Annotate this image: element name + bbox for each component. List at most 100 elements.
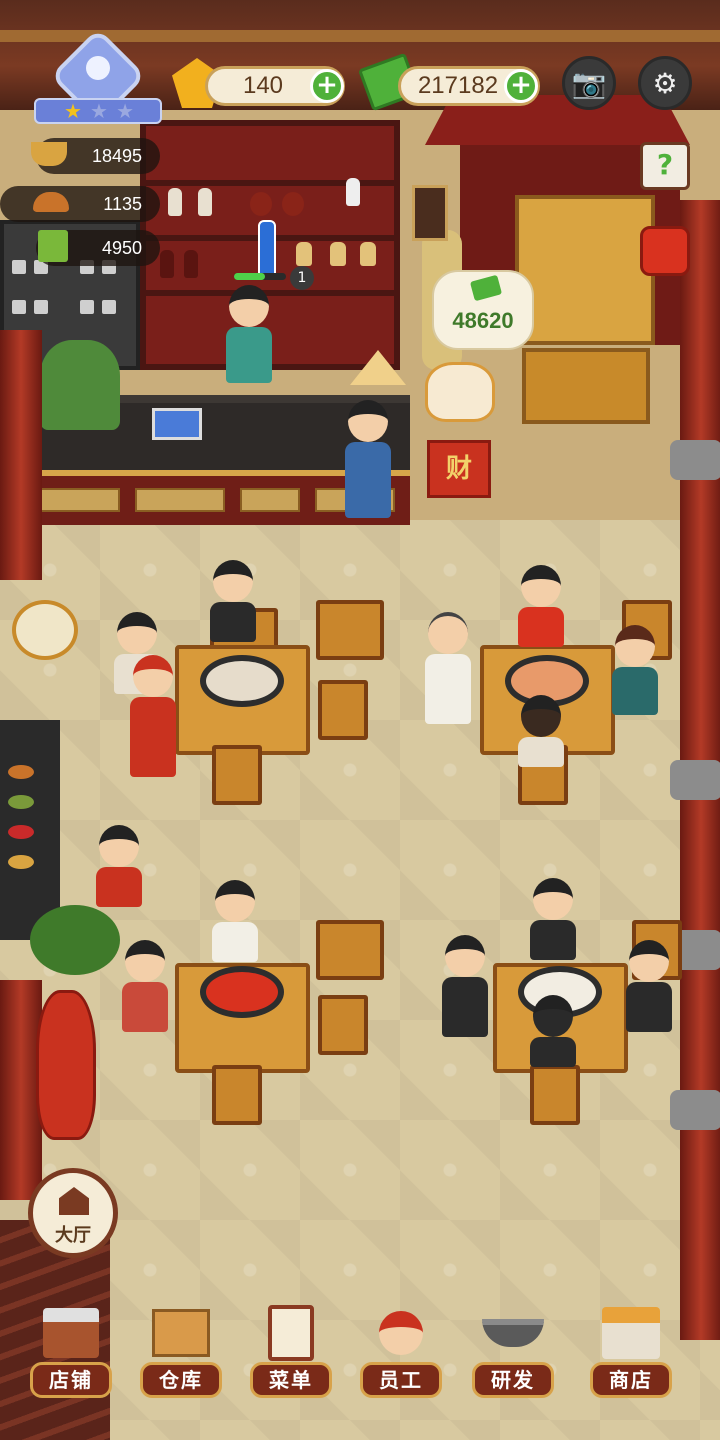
customer[interactable] (442, 935, 488, 1045)
star-empty-icon: ★ (90, 99, 108, 123)
spice-bowl (8, 825, 34, 839)
menu-stat-value: 4950 (101, 237, 142, 258)
nav-research[interactable]: 研发 (472, 1302, 554, 1400)
nav-store-label: 商店 (590, 1362, 672, 1398)
gear-icon: ⚙ (652, 66, 678, 100)
wok-icon (480, 1302, 546, 1364)
nav-warehouse-label: 仓库 (140, 1362, 222, 1398)
bottle (160, 250, 174, 278)
pillar (0, 330, 42, 580)
hotpot-stat-value: 18495 (91, 145, 142, 166)
shrine-door (515, 195, 655, 345)
empty-chair[interactable] (316, 920, 384, 980)
hall-button[interactable]: 大厅 (28, 1168, 118, 1258)
can (34, 300, 48, 314)
nav-staff[interactable]: 员工 (360, 1302, 442, 1400)
body (518, 737, 564, 767)
bartender[interactable] (226, 285, 272, 385)
help-book-icon[interactable]: ? (640, 142, 690, 190)
can (12, 300, 26, 314)
waitress-carrying-tray[interactable] (130, 655, 176, 785)
nav-warehouse[interactable]: 仓库 (140, 1302, 222, 1400)
pillar-cap (670, 440, 720, 480)
can (102, 300, 116, 314)
customer[interactable] (212, 880, 258, 980)
level-badge[interactable]: ★ ★ ★ (34, 27, 162, 126)
empty-chair[interactable] (316, 600, 384, 660)
empty-chair[interactable] (318, 680, 368, 740)
customer[interactable] (425, 612, 471, 732)
customer[interactable] (530, 878, 576, 978)
customer[interactable] (626, 940, 672, 1040)
nav-shop[interactable]: 店铺 (30, 1302, 112, 1400)
lucky-cat-icon[interactable] (425, 362, 495, 422)
customer[interactable] (530, 995, 576, 1095)
spice-bowl (8, 765, 34, 779)
tablet-icon (152, 408, 202, 440)
body (518, 607, 564, 647)
spice-bowl (8, 855, 34, 869)
add-gems-button[interactable]: + (310, 69, 344, 103)
beer-bottle (258, 220, 276, 280)
head (215, 880, 255, 922)
customer[interactable] (122, 940, 168, 1040)
hall-label: 大厅 (55, 1225, 91, 1246)
settings-button[interactable]: ⚙ (638, 56, 692, 110)
house-icon (59, 1187, 89, 1215)
clipboard-icon (258, 1302, 324, 1364)
waitress[interactable] (96, 825, 142, 915)
customer[interactable] (612, 625, 658, 725)
bottle (168, 188, 182, 216)
lucky-cat-coins: 48620 (452, 308, 514, 333)
spice-bowl (8, 795, 34, 809)
head (428, 612, 468, 654)
can (80, 300, 94, 314)
jar (282, 192, 304, 216)
nav-menu[interactable]: 菜单 (250, 1302, 332, 1400)
head (117, 612, 157, 654)
body (226, 327, 272, 383)
cloche-stat-value: 1135 (103, 193, 142, 214)
boxes-icon (148, 1302, 214, 1364)
camera-icon: 📷 (571, 66, 607, 100)
porcelain-jar (12, 600, 78, 660)
chair[interactable] (212, 1065, 262, 1125)
plant (30, 905, 120, 975)
customer[interactable] (518, 695, 564, 795)
nav-shop-label: 店铺 (30, 1362, 112, 1398)
cash-count: 217182 (417, 72, 499, 99)
star-filled-icon: ★ (64, 99, 82, 123)
level-stars: ★ ★ ★ (64, 98, 134, 124)
head (229, 285, 269, 327)
body (442, 977, 488, 1037)
waiter[interactable] (345, 400, 391, 535)
body (130, 697, 176, 777)
shop-stall-icon (598, 1302, 664, 1364)
task-book-icon[interactable] (640, 226, 690, 276)
counter-panel (40, 488, 120, 512)
lucky-cat-coin-bubble[interactable]: 48620 (432, 270, 534, 350)
can (12, 260, 26, 274)
pillar-cap (670, 1090, 720, 1130)
vase (346, 178, 360, 206)
menu-book-icon (32, 228, 74, 264)
customer[interactable] (210, 560, 256, 660)
customer[interactable] (518, 565, 564, 665)
body (425, 654, 471, 724)
jar (250, 192, 272, 216)
hotpot-icon (200, 655, 284, 707)
body (612, 667, 658, 715)
head (125, 940, 165, 982)
chair[interactable] (212, 745, 262, 805)
jar (296, 242, 312, 266)
nav-store[interactable]: 商店 (590, 1302, 672, 1400)
camera-button[interactable]: 📷 (562, 56, 616, 110)
add-cash-button[interactable]: + (504, 69, 538, 103)
progress-fill (234, 273, 266, 280)
empty-chair[interactable] (318, 995, 368, 1055)
head (521, 565, 561, 607)
bottle (184, 250, 198, 278)
pillar-cap (670, 760, 720, 800)
head (629, 940, 669, 982)
bartender-order-badge: 1 (290, 266, 314, 290)
